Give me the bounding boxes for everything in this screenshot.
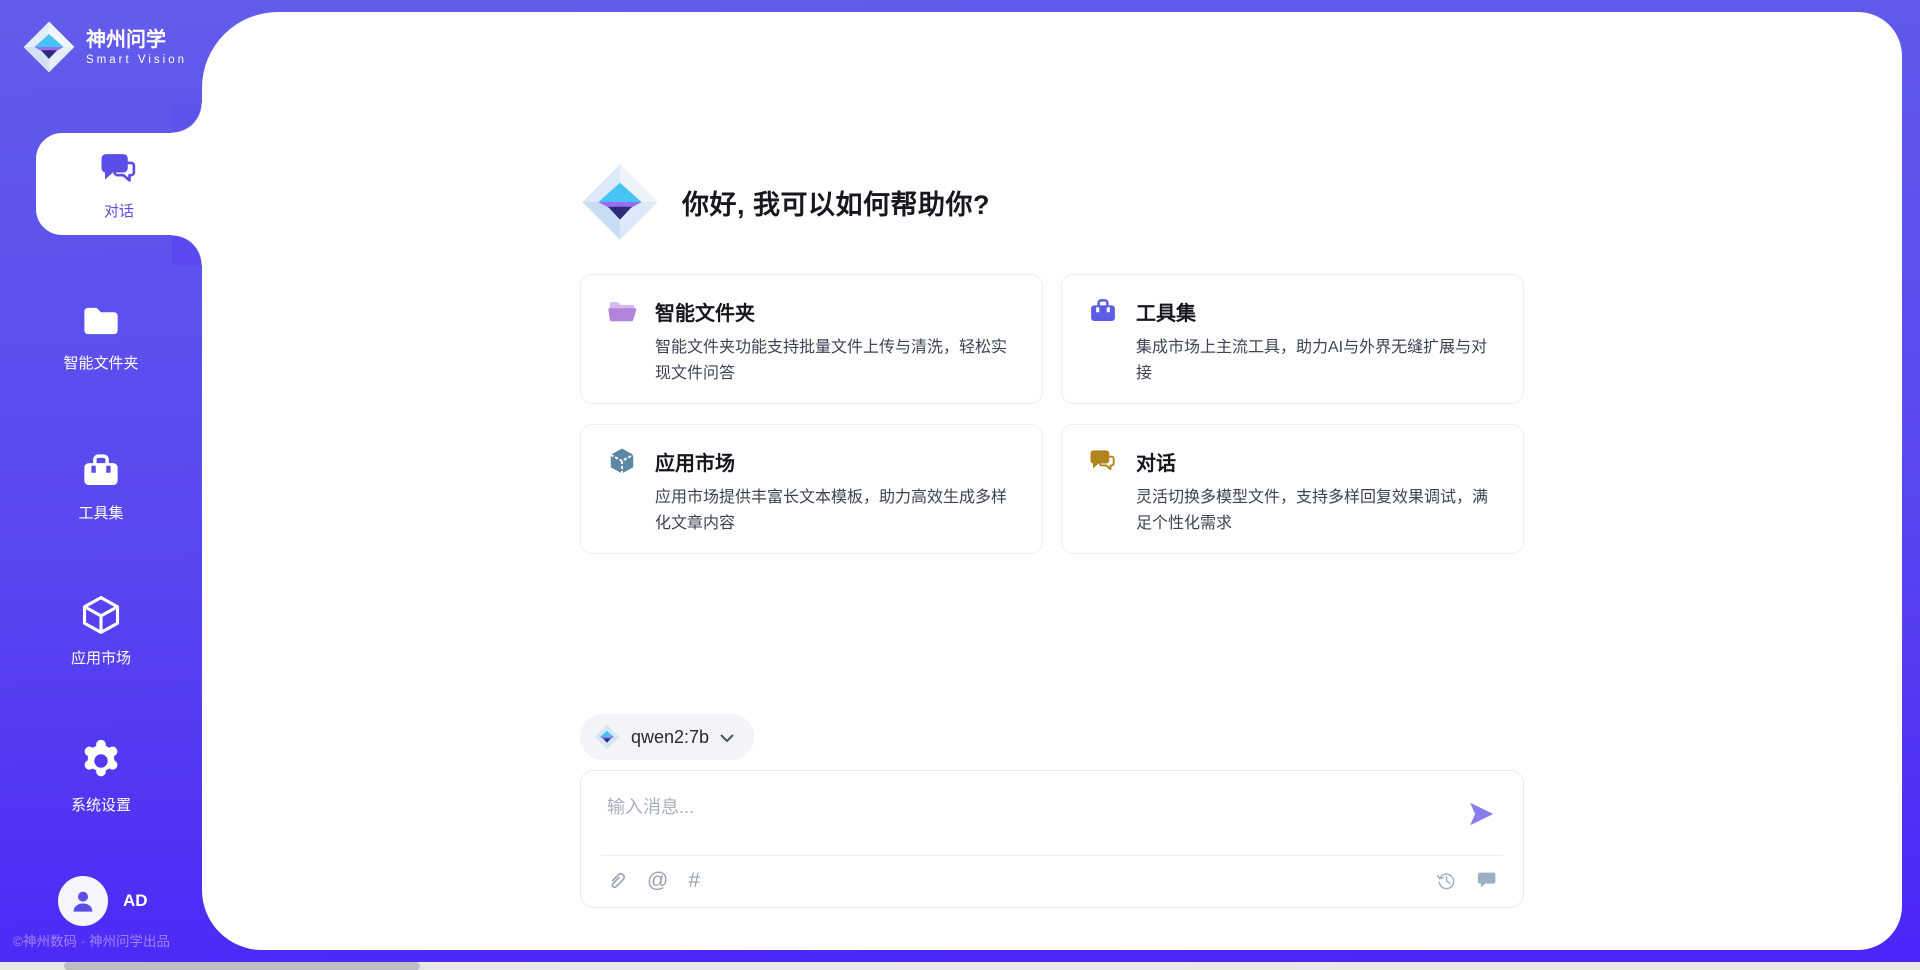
history-clock-icon bbox=[1436, 870, 1457, 891]
app-logo: 神州问学 Smart Vision bbox=[22, 20, 187, 74]
brand-diamond-icon bbox=[22, 20, 76, 74]
chat-bubbles-icon bbox=[1088, 446, 1118, 476]
folder-icon bbox=[80, 300, 122, 342]
model-name: qwen2:7b bbox=[631, 727, 709, 748]
model-selector[interactable]: qwen2:7b bbox=[580, 714, 754, 760]
person-icon bbox=[68, 886, 98, 916]
sidebar-item-chat[interactable]: 对话 bbox=[36, 133, 202, 235]
attach-file-button[interactable] bbox=[606, 870, 627, 891]
toolbox-icon bbox=[1088, 296, 1118, 326]
message-input[interactable] bbox=[581, 771, 1401, 825]
card-toolset[interactable]: 工具集 集成市场上主流工具，助力AI与外界无缝扩展与对接 bbox=[1061, 274, 1524, 404]
greeting: 你好, 我可以如何帮助你? bbox=[580, 162, 1524, 242]
message-composer: @ # bbox=[580, 770, 1524, 908]
chevron-down-icon bbox=[720, 734, 734, 743]
folder-open-icon bbox=[607, 296, 637, 326]
gear-icon bbox=[78, 738, 124, 784]
sidebar: 神州问学 Smart Vision 对话 智能文件夹 工具集 bbox=[0, 0, 202, 970]
main-panel: 你好, 我可以如何帮助你? 智能文件夹 智能文件夹功能支持批量文件上传与清洗，轻… bbox=[202, 12, 1902, 950]
toolbox-icon bbox=[80, 450, 122, 492]
sidebar-item-smart-folder[interactable]: 智能文件夹 bbox=[0, 288, 202, 384]
cube-icon bbox=[79, 593, 123, 637]
card-app-market[interactable]: 应用市场 应用市场提供丰富长文本模板，助力高效生成多样化文章内容 bbox=[580, 424, 1043, 554]
card-description: 集成市场上主流工具，助力AI与外界无缝扩展与对接 bbox=[1136, 335, 1497, 387]
model-diamond-icon bbox=[594, 724, 620, 750]
paperclip-icon bbox=[606, 870, 627, 891]
card-title: 对话 bbox=[1136, 447, 1497, 476]
user-profile[interactable]: AD bbox=[58, 876, 148, 926]
card-title: 工具集 bbox=[1136, 297, 1497, 326]
feedback-button[interactable] bbox=[1477, 870, 1498, 891]
chat-bubble-solid-icon bbox=[1477, 870, 1498, 891]
brand-name: 神州问学 bbox=[86, 29, 187, 52]
sidebar-item-label: 对话 bbox=[104, 200, 134, 221]
card-chat[interactable]: 对话 灵活切换多模型文件，支持多样回复效果调试，满足个性化需求 bbox=[1061, 424, 1524, 554]
tab-curve-bottom bbox=[172, 235, 202, 265]
sidebar-item-label: 智能文件夹 bbox=[63, 352, 138, 373]
send-icon bbox=[1467, 799, 1497, 829]
history-button[interactable] bbox=[1436, 870, 1457, 891]
sidebar-item-settings[interactable]: 系统设置 bbox=[0, 728, 202, 824]
brand-subtitle: Smart Vision bbox=[86, 54, 187, 66]
horizontal-scrollbar-track[interactable] bbox=[0, 962, 1920, 970]
sidebar-item-toolset[interactable]: 工具集 bbox=[0, 438, 202, 534]
composer-toolbar: @ # bbox=[581, 854, 1523, 907]
card-smart-folder[interactable]: 智能文件夹 智能文件夹功能支持批量文件上传与清洗，轻松实现文件问答 bbox=[580, 274, 1043, 404]
chat-bubbles-icon bbox=[98, 148, 140, 190]
horizontal-scrollbar-thumb[interactable] bbox=[64, 962, 420, 970]
send-button[interactable] bbox=[1467, 799, 1497, 829]
card-title: 智能文件夹 bbox=[655, 297, 1016, 326]
card-description: 智能文件夹功能支持批量文件上传与清洗，轻松实现文件问答 bbox=[655, 335, 1016, 387]
sidebar-item-label: 系统设置 bbox=[71, 794, 131, 815]
sidebar-item-label: 应用市场 bbox=[71, 647, 131, 668]
card-description: 灵活切换多模型文件，支持多样回复效果调试，满足个性化需求 bbox=[1136, 485, 1497, 537]
greeting-diamond-icon bbox=[580, 162, 660, 242]
copyright-footer: ©神州数码 · 神州问学出品 bbox=[13, 930, 170, 950]
tab-curve-top bbox=[172, 103, 202, 133]
sidebar-item-app-market[interactable]: 应用市场 bbox=[0, 582, 202, 678]
card-description: 应用市场提供丰富长文本模板，助力高效生成多样化文章内容 bbox=[655, 485, 1016, 537]
avatar bbox=[58, 876, 108, 926]
sidebar-item-label: 工具集 bbox=[78, 502, 123, 523]
hashtag-button[interactable]: # bbox=[688, 870, 700, 891]
mention-button[interactable]: @ bbox=[647, 870, 668, 891]
grid-cube-icon bbox=[607, 446, 637, 476]
card-title: 应用市场 bbox=[655, 447, 1016, 476]
feature-cards: 智能文件夹 智能文件夹功能支持批量文件上传与清洗，轻松实现文件问答 工具集 集成… bbox=[580, 274, 1524, 554]
user-name: AD bbox=[123, 891, 148, 911]
greeting-text: 你好, 我可以如何帮助你? bbox=[682, 183, 990, 222]
